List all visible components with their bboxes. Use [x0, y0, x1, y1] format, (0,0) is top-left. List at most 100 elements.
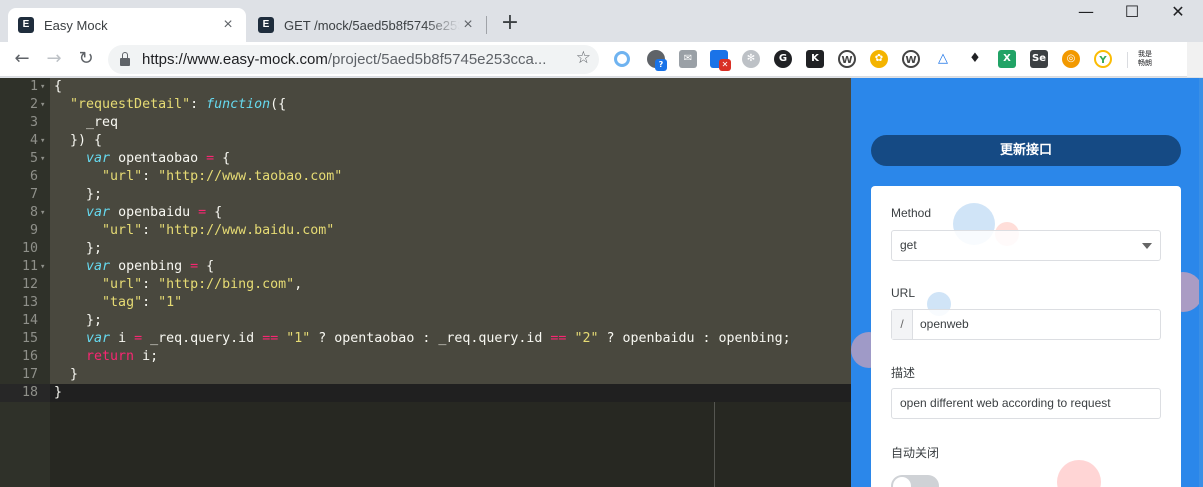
code-editor[interactable]: 1 ▾ 2 ▾ 3 4 ▾ 5 ▾ 6 7 8 ▾ 9 10 11 ▾ 12 13 14 15 16 17 18 { "req…: [0, 78, 851, 487]
code-text: var openbing = {: [54, 258, 214, 276]
code-operator: ==: [550, 331, 567, 346]
code-operator: =: [198, 205, 207, 220]
panel-scrollbar[interactable]: [1199, 78, 1203, 487]
code-text: }: [54, 367, 79, 382]
print-margin: [714, 402, 715, 487]
close-icon[interactable]: ×: [220, 17, 236, 33]
extension-owl-icon[interactable]: ◎: [1062, 50, 1080, 68]
line-number: 11: [21, 259, 38, 274]
code-punct: :: [142, 223, 159, 238]
code-punct: ({: [270, 97, 287, 112]
tab-get-mock[interactable]: E GET /mock/5aed5b8f5745e253cca... ×: [248, 8, 486, 42]
extension-g-icon[interactable]: G: [774, 50, 792, 68]
new-tab-button[interactable]: +: [497, 11, 523, 37]
description-input[interactable]: open different web according to request: [891, 388, 1161, 419]
code-ident: ? opentaobao : _req.query.id: [310, 331, 551, 346]
fold-arrow-icon[interactable]: ▾: [40, 204, 50, 222]
code-operator: =: [190, 259, 199, 274]
active-line-highlight: [50, 384, 851, 402]
interface-form-card: Method get URL / openweb 描述 open differe…: [871, 186, 1181, 487]
update-interface-button[interactable]: 更新接口: [871, 135, 1181, 166]
fold-arrow-icon[interactable]: ▾: [40, 96, 50, 114]
code-text: "requestDetail": function({: [54, 96, 286, 114]
extension-k-icon[interactable]: K: [806, 50, 824, 68]
tab-easy-mock[interactable]: E Easy Mock ×: [8, 8, 246, 42]
code-punct: {: [198, 259, 215, 274]
reload-icon[interactable]: ↻: [74, 47, 98, 71]
code-operator: ==: [262, 331, 279, 346]
method-select[interactable]: get: [891, 230, 1161, 261]
line-number: 10: [21, 241, 38, 256]
code-text: var openbaidu = {: [54, 204, 222, 222]
fold-arrow-icon[interactable]: ▾: [40, 150, 50, 168]
line-number: 5: [29, 151, 38, 166]
extension-x-icon[interactable]: X: [998, 50, 1016, 68]
line-number: 16: [21, 349, 38, 364]
code-string: "url": [102, 223, 143, 238]
minimize-button[interactable]: —: [1063, 0, 1109, 26]
code-ident: i;: [134, 349, 159, 364]
code-text: return i;: [54, 348, 158, 366]
extension-gear-icon[interactable]: ✻: [742, 50, 760, 68]
address-bar[interactable]: https://www.easy-mock.com/project/5aed5b…: [108, 45, 599, 74]
code-punct: {: [214, 151, 231, 166]
extension-se-icon[interactable]: Se: [1030, 50, 1048, 68]
line-number: 7: [29, 187, 38, 202]
code-punct: :: [142, 277, 159, 292]
line-number: 14: [21, 313, 38, 328]
url-input[interactable]: / openweb: [891, 309, 1161, 340]
code-string: "2": [566, 331, 599, 346]
tab-title: Easy Mock: [44, 17, 108, 33]
forward-arrow-icon[interactable]: →: [42, 47, 66, 71]
fold-arrow-icon[interactable]: ▾: [40, 78, 50, 96]
line-number: 18: [21, 385, 38, 400]
page-scrollbar[interactable]: [1187, 42, 1203, 77]
close-icon[interactable]: ×: [460, 17, 476, 33]
url-value: openweb: [920, 317, 969, 331]
code-text: };: [54, 241, 103, 256]
fold-arrow-icon[interactable]: ▾: [40, 258, 50, 276]
code-string: "http://www.baidu.com": [158, 223, 335, 238]
code-string: "http://bing.com": [158, 277, 295, 292]
code-keyword: var: [86, 331, 111, 346]
code-ident: _req.query.id: [142, 331, 263, 346]
extension-w2-icon[interactable]: W: [902, 50, 920, 68]
auto-close-toggle[interactable]: [891, 475, 939, 487]
code-text: };: [54, 313, 103, 328]
line-number: 15: [21, 331, 38, 346]
url-label: URL: [891, 286, 916, 300]
close-window-button[interactable]: ✕: [1155, 0, 1201, 26]
code-text: "url": "http://www.baidu.com": [54, 222, 334, 240]
easy-mock-logo-icon: E: [258, 17, 274, 33]
bookmark-star-icon[interactable]: ☆: [576, 48, 591, 68]
code-ident: i: [110, 331, 135, 346]
maximize-button[interactable]: ☐: [1109, 0, 1155, 26]
code-ident: openbaidu: [110, 205, 199, 220]
back-arrow-icon[interactable]: ←: [10, 47, 34, 71]
fold-arrow-icon[interactable]: ▾: [40, 132, 50, 150]
line-number: 13: [21, 295, 38, 310]
extension-text-icon[interactable]: 我是 畅朗: [1133, 50, 1157, 68]
extension-drop-icon[interactable]: ♦: [966, 50, 984, 68]
decorative-bubble: [1057, 460, 1101, 487]
code-string: "1": [158, 295, 183, 310]
extension-flower-icon[interactable]: ✿: [870, 50, 888, 68]
extension-w-icon[interactable]: W: [838, 50, 856, 68]
code-keyword: var: [86, 259, 111, 274]
code-string: "url": [102, 169, 143, 184]
tab-strip: E Easy Mock × E GET /mock/5aed5b8f5745e2…: [0, 0, 1203, 42]
extension-y-icon[interactable]: Y: [1094, 50, 1112, 68]
line-number: 2: [29, 97, 38, 112]
extension-circle-icon[interactable]: [614, 51, 630, 67]
code-keyword: var: [86, 151, 111, 166]
code-text: }: [54, 385, 63, 400]
code-keyword: return: [86, 349, 135, 364]
extension-triangle-icon[interactable]: △: [934, 50, 952, 68]
code-string: "url": [102, 277, 143, 292]
code-operator: =: [206, 151, 215, 166]
easy-mock-logo-icon: E: [18, 17, 34, 33]
extension-mail-icon[interactable]: ✉: [679, 50, 697, 68]
code-text: var i = _req.query.id == "1" ? opentaoba…: [54, 330, 791, 348]
code-ident: ? openbaidu : openbing;: [598, 331, 791, 346]
method-label: Method: [891, 206, 932, 220]
